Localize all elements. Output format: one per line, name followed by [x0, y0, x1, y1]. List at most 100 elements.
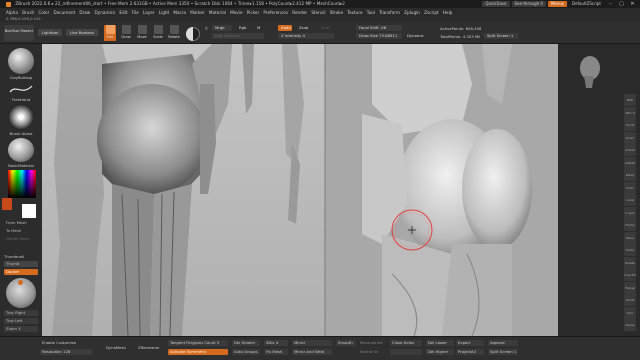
- thumbnail-toggle[interactable]: Thumb: [4, 261, 38, 267]
- move-mode-button[interactable]: Move: [136, 25, 148, 41]
- right-tray-button-spix-3[interactable]: SPix 3: [624, 106, 636, 119]
- sdiv-slider[interactable]: SDiv 4: [264, 340, 288, 346]
- right-tray-button-frame[interactable]: Frame: [624, 219, 636, 231]
- menu-item-layer[interactable]: Layer: [143, 10, 155, 15]
- menu-item-brush[interactable]: Brush: [22, 10, 34, 15]
- mirror-and-weld-button[interactable]: Mirror And Weld: [292, 349, 332, 355]
- tangent-polygon-count-slider[interactable]: Tangent Polygons Count 5: [168, 340, 228, 346]
- menu-item-tool[interactable]: Tool: [367, 10, 375, 15]
- right-tray-button-actual[interactable]: Actual: [624, 144, 636, 156]
- menu-item-zscript[interactable]: Zscript: [424, 10, 439, 15]
- del-lower-button[interactable]: Del Lower: [426, 340, 454, 346]
- del-higher-button[interactable]: Del Higher: [426, 349, 454, 355]
- zcut-toggle[interactable]: Zcut: [318, 25, 332, 31]
- right-tray-button-local[interactable]: Local: [624, 194, 636, 206]
- right-tray-button-scroll[interactable]: Scroll: [624, 119, 636, 131]
- head-navigator-icon[interactable]: [576, 54, 602, 88]
- split-screen-button[interactable]: Split Screen 1: [488, 349, 518, 355]
- minimize-icon[interactable]: –: [606, 1, 615, 7]
- menu-item-picker[interactable]: Picker: [247, 10, 259, 15]
- menu-item-preferences[interactable]: Preferences: [263, 10, 288, 15]
- z-intensity-slider[interactable]: Z Intensity 4: [278, 33, 334, 39]
- menu-item-color[interactable]: Color: [38, 10, 49, 15]
- tray-left-button[interactable]: Tray Left: [4, 318, 38, 324]
- tray-right-button[interactable]: Tray Right: [4, 310, 38, 316]
- edit-mode-button[interactable]: Edit: [104, 25, 116, 41]
- mirror-button[interactable]: Mirror: [292, 340, 332, 346]
- color-swatch-icon[interactable]: [2, 198, 12, 210]
- right-tray-button-solo[interactable]: Solo: [624, 306, 636, 319]
- scale-mode-button[interactable]: Scale: [152, 25, 164, 41]
- rotate-mode-button[interactable]: Rotate: [168, 25, 180, 41]
- rgb-intensity-slider[interactable]: Rgb Intensity: [212, 33, 264, 39]
- m-toggle[interactable]: M: [254, 25, 264, 31]
- menu-item-transform[interactable]: Transform: [379, 10, 400, 15]
- menu-item-document[interactable]: Document: [54, 10, 76, 15]
- primary-color-swatch[interactable]: [22, 204, 36, 218]
- default-zscript-button[interactable]: DefaultZScript: [569, 1, 604, 7]
- dynamesh-button[interactable]: DynaMesh: [104, 345, 132, 351]
- dynamic-toggle[interactable]: Dynamic: [404, 33, 424, 39]
- right-tray-button-zoom[interactable]: Zoom: [624, 131, 636, 144]
- right-tray-button-persp[interactable]: Persp: [624, 169, 636, 181]
- maximize-icon[interactable]: ▢: [617, 1, 626, 7]
- project-all-button[interactable]: ProjectAll: [456, 349, 484, 355]
- auto-groups-button[interactable]: Auto Groups: [232, 349, 260, 355]
- right-tray-button-xpose[interactable]: Xpose: [624, 319, 636, 331]
- focal-shift-slider[interactable]: Focal Shift -56: [356, 25, 402, 31]
- shrink-uv-button[interactable]: Shrink Uv: [358, 349, 388, 355]
- stroke-thumbnail-icon[interactable]: [8, 82, 34, 96]
- resolution-slider[interactable]: Resolution 128: [40, 349, 92, 355]
- menus-toggle[interactable]: Menus: [547, 1, 568, 7]
- right-tray-button-ghost[interactable]: Ghost: [624, 294, 636, 306]
- zremesher-button[interactable]: ZRemesher: [136, 345, 164, 351]
- menu-item-edit[interactable]: Edit: [119, 10, 127, 15]
- menu-item-zplugin[interactable]: Zplugin: [404, 10, 420, 15]
- menu-item-dynamics[interactable]: Dynamics: [95, 10, 116, 15]
- right-tray-button-move[interactable]: Move: [624, 231, 636, 244]
- menu-item-texture[interactable]: Texture: [347, 10, 362, 15]
- close-holes-button[interactable]: Close Holes: [390, 340, 422, 346]
- lightbox-button[interactable]: Lightbox: [38, 29, 62, 36]
- mrgb-toggle[interactable]: Mrgb: [212, 25, 232, 31]
- menu-item-file[interactable]: File: [132, 10, 139, 15]
- right-tray-button-scale[interactable]: Scale: [624, 244, 636, 256]
- from-mesh-button[interactable]: From Mesh: [4, 220, 38, 226]
- right-tray-button-aahalf[interactable]: AAHalf: [624, 156, 636, 169]
- zadd-toggle[interactable]: Zadd: [278, 25, 292, 31]
- right-tray-button-bpr[interactable]: BPR: [624, 94, 636, 106]
- append-button[interactable]: Append: [488, 340, 518, 346]
- activate-symmetry-button[interactable]: Activate Symmetry: [168, 349, 228, 355]
- delete-mesh-button[interactable]: Delete Mesh: [4, 236, 38, 242]
- draw-size-slider[interactable]: Draw Size 73.88911: [356, 33, 402, 39]
- document-canvas[interactable]: [42, 44, 558, 336]
- see-through-slider[interactable]: See-through 0: [511, 1, 546, 7]
- zoom-x-button[interactable]: Zoom X: [4, 326, 38, 332]
- alpha-thumbnail-icon[interactable]: [8, 104, 34, 130]
- del-hidden-button[interactable]: Del Hidden: [232, 340, 260, 346]
- split-screen-slider[interactable]: Split Screen 1: [484, 33, 518, 39]
- live-boolean-button[interactable]: Live Boolean: [66, 29, 98, 36]
- docker-button[interactable]: Docker: [4, 269, 38, 275]
- enable-customize-button[interactable]: Enable Customize: [40, 340, 88, 346]
- quicksave-button[interactable]: QuickSave: [482, 1, 510, 7]
- color-picker[interactable]: [8, 170, 36, 198]
- menu-item-movie[interactable]: Movie: [230, 10, 242, 15]
- menu-item-alpha[interactable]: Alpha: [6, 10, 18, 15]
- smooth-button[interactable]: Smooth: [336, 340, 356, 346]
- menu-item-material[interactable]: Material: [209, 10, 226, 15]
- right-tray-button-rotate[interactable]: Rotate: [624, 256, 636, 269]
- menu-item-render[interactable]: Render: [292, 10, 307, 15]
- draw-mode-button[interactable]: Draw: [120, 25, 132, 41]
- right-tray-button-transp[interactable]: Transp: [624, 281, 636, 294]
- menu-item-marker[interactable]: Marker: [190, 10, 204, 15]
- menu-item-macro[interactable]: Macro: [173, 10, 186, 15]
- rgb-toggle[interactable]: Rgb: [236, 25, 252, 31]
- right-tray-button-line-fill[interactable]: Line Fill: [624, 269, 636, 281]
- right-tray-button-l-sym[interactable]: L.Sym: [624, 206, 636, 219]
- menu-item-draw[interactable]: Draw: [79, 10, 90, 15]
- zsub-toggle[interactable]: Zsub: [296, 25, 310, 31]
- menu-item-stencil[interactable]: Stencil: [311, 10, 325, 15]
- menu-item-help[interactable]: Help: [443, 10, 453, 15]
- right-tray-button-floor[interactable]: Floor: [624, 181, 636, 194]
